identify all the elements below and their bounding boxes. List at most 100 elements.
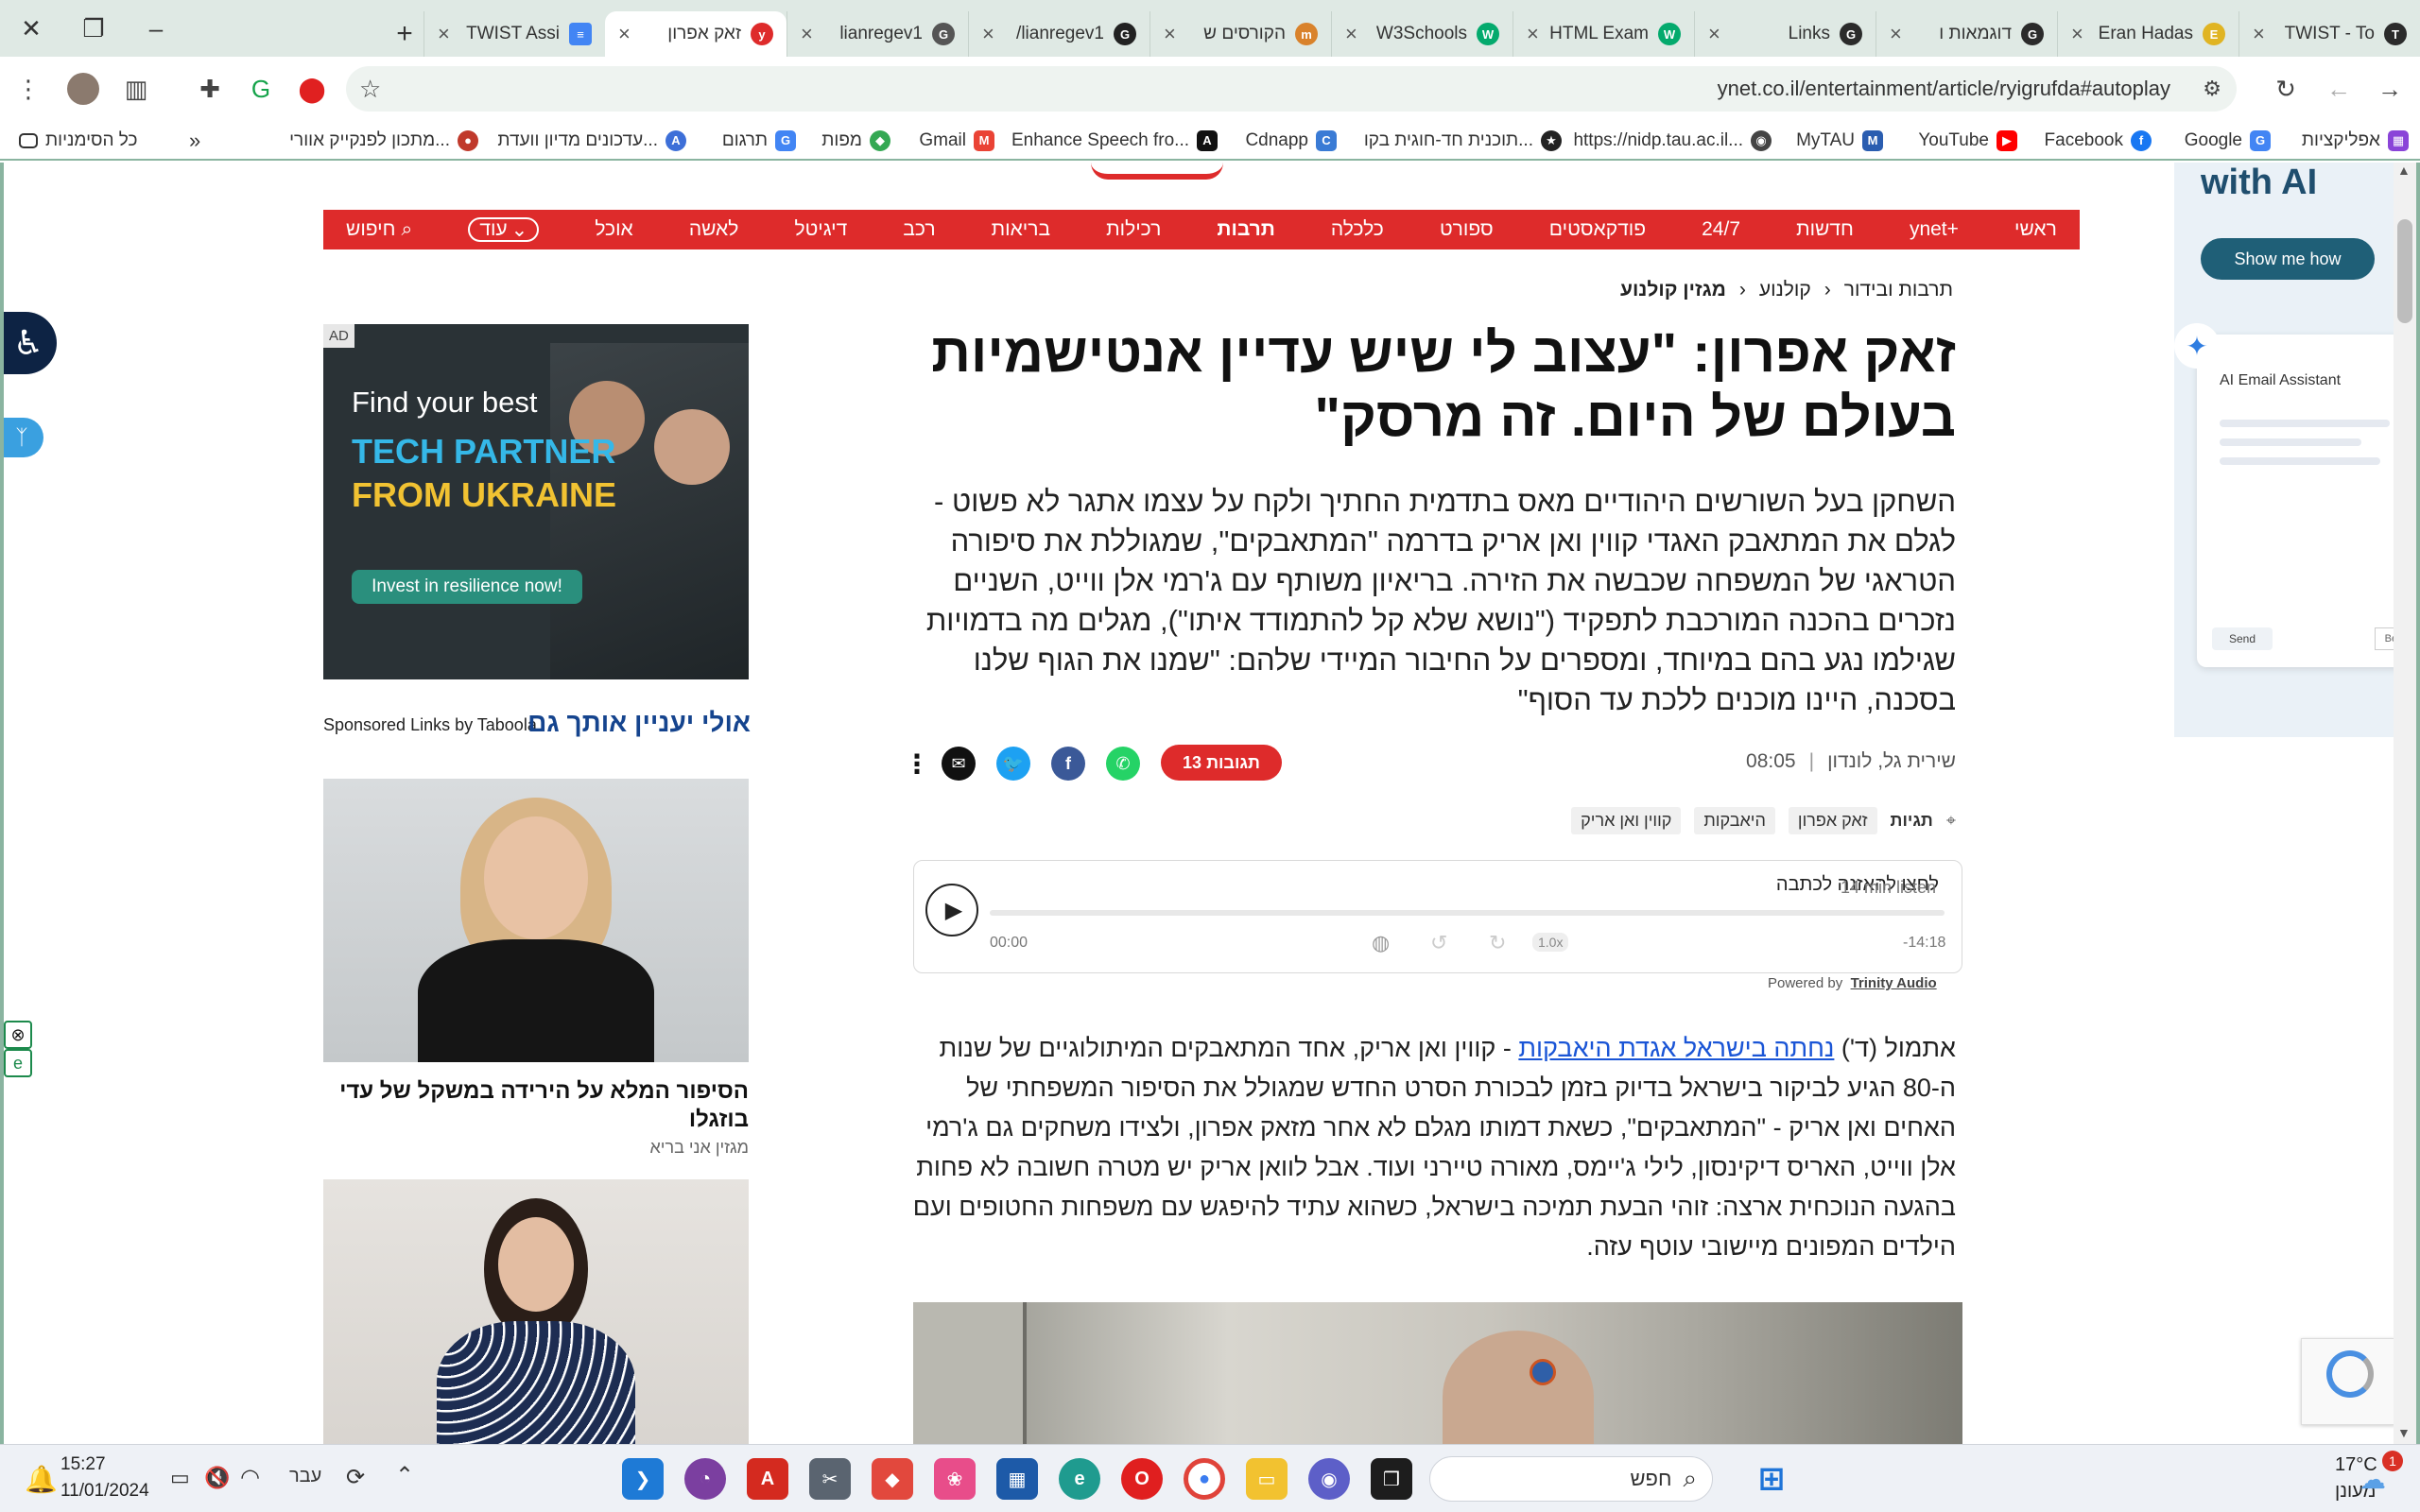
cloud-weather-icon[interactable]: ☁ — [2360, 1464, 2386, 1495]
facebook-share-icon[interactable]: f — [1051, 747, 1085, 781]
bookmark-star-icon[interactable]: ☆ — [359, 75, 381, 104]
rewind-10-icon[interactable]: ↺ — [1430, 931, 1447, 955]
tech-partner-ad[interactable]: AD Find your best TECH PARTNER FROM UKRA… — [323, 324, 749, 679]
butterfly-widget-icon[interactable]: ᛉ — [4, 418, 43, 457]
bookmark-google[interactable]: Google G — [2185, 127, 2271, 155]
close-tab-icon[interactable]: × — [1527, 22, 1539, 46]
close-tab-icon[interactable]: × — [2253, 22, 2265, 46]
bookmark-apps[interactable]: אפליקציות ▦ — [2302, 127, 2409, 155]
anydesk-icon[interactable]: ◆ — [872, 1458, 913, 1500]
close-tab-icon[interactable]: × — [438, 22, 450, 46]
close-tab-icon[interactable]: × — [2071, 22, 2083, 46]
nav-item[interactable]: ראשי — [2014, 218, 2057, 241]
breadcrumb-item[interactable]: קולנוע — [1759, 279, 1811, 301]
task-view-icon[interactable]: ❒ — [1371, 1458, 1412, 1500]
back-arrow-icon[interactable]: → — [2371, 70, 2409, 108]
extensions-puzzle-icon[interactable]: ✚ — [191, 70, 229, 108]
scroll-down-icon[interactable]: ▼ — [2397, 1425, 2411, 1440]
browser-tab-active[interactable]: y זאק אפרון × — [605, 11, 786, 57]
nav-item[interactable]: כלכלה — [1331, 218, 1384, 241]
nav-item[interactable]: ספורט — [1440, 218, 1494, 241]
nav-item[interactable]: דיגיטל — [794, 218, 847, 241]
profile-avatar[interactable] — [67, 73, 99, 105]
opera-icon[interactable]: O — [1121, 1458, 1163, 1500]
more-options-kebab-icon[interactable]: ⋮ — [900, 747, 934, 781]
github-desktop-icon[interactable]: ◔ — [684, 1458, 726, 1500]
nav-item[interactable]: אוכל — [595, 218, 632, 241]
close-window-button[interactable]: ✕ — [0, 0, 62, 57]
taskbar-search-box[interactable]: חפש ⌕ — [1429, 1456, 1713, 1502]
ad-cta-button[interactable]: Invest in resilience now! — [352, 570, 582, 604]
email-share-icon[interactable]: ✉ — [942, 747, 976, 781]
author[interactable]: שירית גל, לונדון — [1827, 750, 1956, 773]
bookmark-youtube[interactable]: YouTube ▶ — [1918, 127, 2017, 155]
close-tab-icon[interactable]: × — [1164, 22, 1176, 46]
all-bookmarks-button[interactable]: כל הסימניות — [19, 127, 137, 155]
bookmark-recipe[interactable]: מתכון לפנקייק אוורי... ● — [289, 127, 478, 155]
bookmark-updates[interactable]: עדכונים מדיון וועדת... A — [497, 127, 686, 155]
twitter-share-icon[interactable]: 🐦 — [996, 747, 1030, 781]
close-tab-icon[interactable]: × — [1890, 22, 1902, 46]
nav-item[interactable]: רכילות — [1106, 218, 1161, 241]
widget-send-button[interactable]: Send — [2212, 627, 2273, 650]
nav-item[interactable]: בריאות — [992, 218, 1050, 241]
url-text[interactable]: ynet.co.il/entertainment/article/ryigruf… — [1718, 77, 2170, 101]
article-link[interactable]: נחתה בישראל אגדת היאבקות — [1518, 1034, 1834, 1062]
browser-tab[interactable]: G Links × — [1694, 11, 1876, 57]
progress-track[interactable] — [990, 910, 1945, 916]
grammarly-icon[interactable]: G — [242, 70, 280, 108]
scroll-up-icon[interactable]: ▲ — [2397, 163, 2411, 178]
scrollbar-thumb[interactable] — [2397, 219, 2412, 323]
windows-start-icon[interactable]: ⊞ — [1751, 1458, 1792, 1500]
article-photo[interactable] — [913, 1302, 1962, 1444]
side-panel-icon[interactable]: ▥ — [117, 70, 155, 108]
nav-item[interactable]: חדשות — [1796, 218, 1854, 241]
nav-search-button[interactable]: חיפוש ⌕ — [346, 218, 412, 241]
close-tab-icon[interactable]: × — [801, 22, 813, 46]
nav-item[interactable]: ynet+ — [1910, 218, 1959, 241]
recommendation-image[interactable] — [323, 779, 749, 1062]
bookmark-program[interactable]: תוכנית חד-חוגית בקו... ★ — [1364, 127, 1562, 155]
show-me-how-button[interactable]: Show me how — [2201, 238, 2375, 280]
reload-icon[interactable]: ↻ — [2267, 70, 2305, 108]
nav-item[interactable]: פודקאסטים — [1549, 218, 1646, 241]
email-assistant-ad[interactable]: with AI Show me how AI Email Assistant S… — [2174, 163, 2416, 737]
browser-tab[interactable]: G דוגמאות ו × — [1876, 11, 2057, 57]
microsoft-store-icon[interactable]: ▦ — [996, 1458, 1038, 1500]
bookmark-enhance-speech[interactable]: Enhance Speech fro... A — [1011, 127, 1218, 155]
close-tab-icon[interactable]: × — [618, 22, 631, 46]
breadcrumb-item[interactable]: תרבות ובידור — [1844, 279, 1953, 301]
bookmark-nidp[interactable]: https://nidp.tau.ac.il... ◉ — [1573, 127, 1772, 155]
browser-tab[interactable]: W HTML Exam × — [1512, 11, 1694, 57]
recaptcha-badge[interactable] — [2301, 1338, 2395, 1425]
grammar-widget-icon[interactable]: e — [4, 1049, 32, 1077]
taboola-sponsored-label[interactable]: Sponsored Links by Taboola — [323, 715, 537, 735]
browser-tab[interactable]: ≡ TWIST Assi × — [424, 11, 605, 57]
browser-tab[interactable]: E Eran Hadas × — [2057, 11, 2238, 57]
opera-extension-icon[interactable]: ⬤ — [293, 70, 331, 108]
whatsapp-share-icon[interactable]: ✆ — [1106, 747, 1140, 781]
clock-date[interactable]: 11/01/2024 — [60, 1481, 149, 1502]
address-bar[interactable]: ⚙ ynet.co.il/entertainment/article/ryigr… — [346, 66, 2237, 112]
bookmark-maps[interactable]: מפות ◆ — [821, 127, 890, 155]
tag-chip[interactable]: קווין ואן אריק — [1571, 807, 1682, 834]
snipping-tool-icon[interactable]: ✂ — [809, 1458, 851, 1500]
browser-tab[interactable]: Glianregev1/ × — [968, 11, 1150, 57]
bookmark-gmail[interactable]: Gmail M — [919, 127, 994, 155]
bookmark-cdnapp[interactable]: Cdnapp C — [1245, 127, 1337, 155]
teams-chat-icon[interactable]: ◉ — [1308, 1458, 1350, 1500]
comments-button[interactable]: 13 תגובות — [1161, 745, 1282, 781]
file-explorer-icon[interactable]: ▭ — [1246, 1458, 1288, 1500]
acrobat-icon[interactable]: A — [747, 1458, 788, 1500]
browser-tab[interactable]: T TWIST - To × — [2238, 11, 2420, 57]
play-button[interactable]: ▶ — [925, 884, 978, 936]
playback-speed-button[interactable]: 1.0x — [1532, 933, 1569, 952]
tag-chip[interactable]: היאבקות — [1694, 807, 1775, 834]
sync-icon[interactable]: ⟳ — [346, 1464, 365, 1491]
close-tab-icon[interactable]: × — [982, 22, 994, 46]
browser-tab[interactable]: W W3Schools × — [1331, 11, 1512, 57]
nav-more-button[interactable]: עוד ⌄ — [468, 217, 540, 242]
language-globe-icon[interactable]: ◍ — [1372, 931, 1390, 955]
nav-item-current[interactable]: תרבות — [1217, 218, 1274, 241]
minimize-window-button[interactable]: – — [125, 0, 187, 57]
